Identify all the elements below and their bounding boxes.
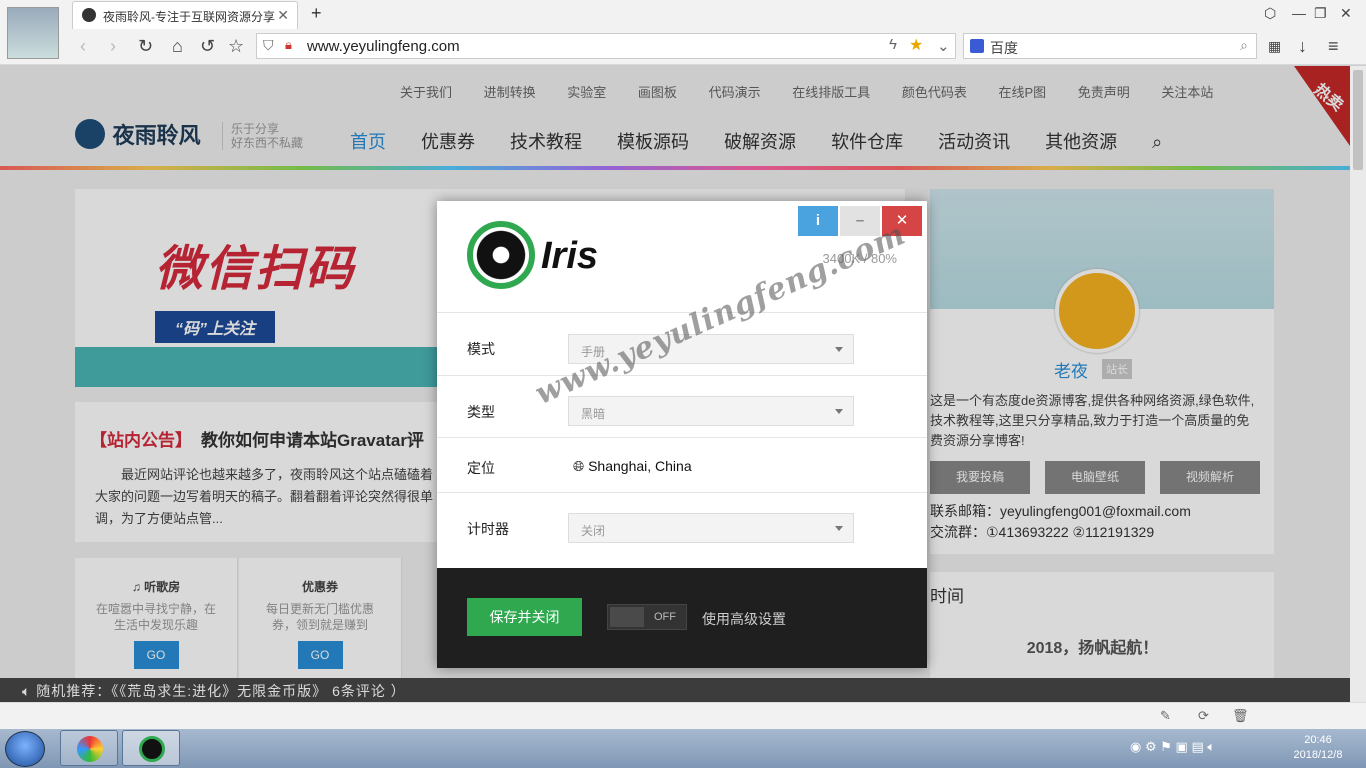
back-icon[interactable]: ‹ — [80, 36, 86, 57]
apps-icon[interactable]: ▦ — [1268, 38, 1281, 55]
insecure-lock-icon: 🔒︎ — [285, 37, 292, 52]
scrollbar[interactable] — [1350, 66, 1366, 702]
home-icon[interactable]: ⌂ — [172, 36, 183, 57]
location-text: Shanghai, China — [588, 458, 692, 474]
browser-tab[interactable]: 夜雨聆风-专注于互联网资源分享 ✕ — [72, 1, 298, 29]
new-tab-icon[interactable]: + — [311, 3, 322, 24]
advanced-toggle[interactable]: OFF — [607, 604, 687, 630]
skin-icon[interactable]: ⬡ — [1264, 5, 1276, 22]
trash-icon[interactable]: 🗑︎ — [1232, 708, 1249, 724]
tray-iris-icon[interactable]: ◉ — [1130, 739, 1145, 754]
tray-device-icon[interactable]: ▣ — [1176, 739, 1192, 754]
maximize-window-icon[interactable]: ❐ — [1314, 5, 1327, 22]
status-bar: ✎ ⟳ 🗑︎ — [0, 702, 1366, 729]
timer-label: 计时器 — [467, 521, 509, 537]
type-value: 黑暗 — [581, 407, 606, 421]
browser-app-icon — [77, 736, 103, 762]
timer-value: 关闭 — [581, 524, 606, 538]
scrollbar-thumb[interactable] — [1353, 70, 1363, 170]
undo-icon[interactable]: ↺ — [200, 36, 215, 57]
system-tray: ◉ ⚙ ⚑ ▣ ▤ 🔈︎ — [1130, 739, 1215, 755]
baidu-logo-icon — [970, 39, 984, 53]
reload-icon[interactable]: ↻ — [138, 36, 153, 57]
search-input[interactable]: 百度 ⌕ — [963, 33, 1257, 59]
refresh-icon[interactable]: ⟳ — [1198, 708, 1209, 724]
save-close-button[interactable]: 保存并关闭 — [467, 598, 582, 636]
lightning-icon[interactable]: ϟ — [889, 36, 897, 53]
info-button[interactable]: i — [798, 206, 838, 236]
profile-avatar[interactable] — [7, 7, 59, 59]
minimize-window-icon[interactable]: — — [1292, 5, 1306, 21]
globe-icon: 🌐︎ — [573, 458, 589, 474]
search-icon[interactable]: ⌕ — [1240, 37, 1248, 54]
close-tab-icon[interactable]: ✕ — [277, 7, 289, 24]
toggle-knob — [610, 607, 644, 627]
clock[interactable]: 20:46 2018/12/8 — [1282, 733, 1354, 763]
toggle-state: OFF — [654, 611, 676, 623]
site-favicon-icon — [82, 8, 96, 22]
clock-date: 2018/12/8 — [1293, 749, 1343, 761]
url-text: www.yeyulingfeng.com — [307, 38, 460, 55]
forward-icon[interactable]: › — [110, 36, 116, 57]
menu-icon[interactable]: ≡ — [1328, 36, 1339, 57]
shield-icon: ⛉ — [263, 37, 274, 53]
mode-label: 模式 — [467, 341, 495, 357]
app-name: Iris — [541, 235, 599, 277]
search-engine-label: 百度 — [990, 40, 1018, 56]
location-row: 定位 🌐︎ Shanghai, China — [437, 438, 927, 493]
taskbar: ◉ ⚙ ⚑ ▣ ▤ 🔈︎ 20:46 2018/12/8 — [0, 729, 1366, 768]
iris-app-icon — [139, 736, 165, 762]
advanced-label: 使用高级设置 — [702, 611, 786, 627]
type-select[interactable]: 黑暗 — [568, 396, 854, 426]
type-row: 类型 黑暗 — [437, 376, 927, 438]
dialog-footer: 保存并关闭 OFF 使用高级设置 — [437, 568, 927, 668]
pin-icon[interactable]: ✎ — [1160, 708, 1171, 724]
start-button[interactable] — [5, 731, 45, 767]
tray-network-icon[interactable]: ⚙ — [1145, 739, 1160, 754]
tray-monitor-icon[interactable]: ▤ — [1191, 739, 1207, 754]
chevron-down-icon[interactable]: ⌄ — [937, 37, 950, 55]
chevron-down-icon — [835, 409, 843, 414]
chevron-down-icon — [835, 526, 843, 531]
taskbar-app-iris[interactable] — [122, 730, 180, 766]
timer-row: 计时器 关闭 — [437, 493, 927, 568]
type-label: 类型 — [467, 404, 495, 420]
close-window-icon[interactable]: ✕ — [1340, 5, 1352, 22]
download-icon[interactable]: ↓ — [1298, 36, 1307, 57]
volume-icon[interactable]: 🔈︎ — [1207, 739, 1215, 754]
clock-time: 20:46 — [1304, 734, 1332, 746]
bookmark-star-icon[interactable]: ☆ — [228, 36, 244, 57]
tab-title: 夜雨聆风-专注于互联网资源分享 — [103, 10, 275, 24]
tray-flag-icon[interactable]: ⚑ — [1160, 739, 1175, 754]
taskbar-app-browser[interactable] — [60, 730, 118, 766]
favorite-star-icon[interactable]: ★ — [909, 35, 923, 55]
location-value: 🌐︎ Shanghai, China — [573, 458, 692, 475]
chevron-down-icon — [835, 347, 843, 352]
iris-logo-icon — [467, 221, 535, 289]
address-bar[interactable]: ⛉ 🔒︎ www.yeyulingfeng.com ϟ ★ ⌄ — [256, 33, 956, 59]
location-label: 定位 — [467, 460, 495, 476]
timer-select[interactable]: 关闭 — [568, 513, 854, 543]
